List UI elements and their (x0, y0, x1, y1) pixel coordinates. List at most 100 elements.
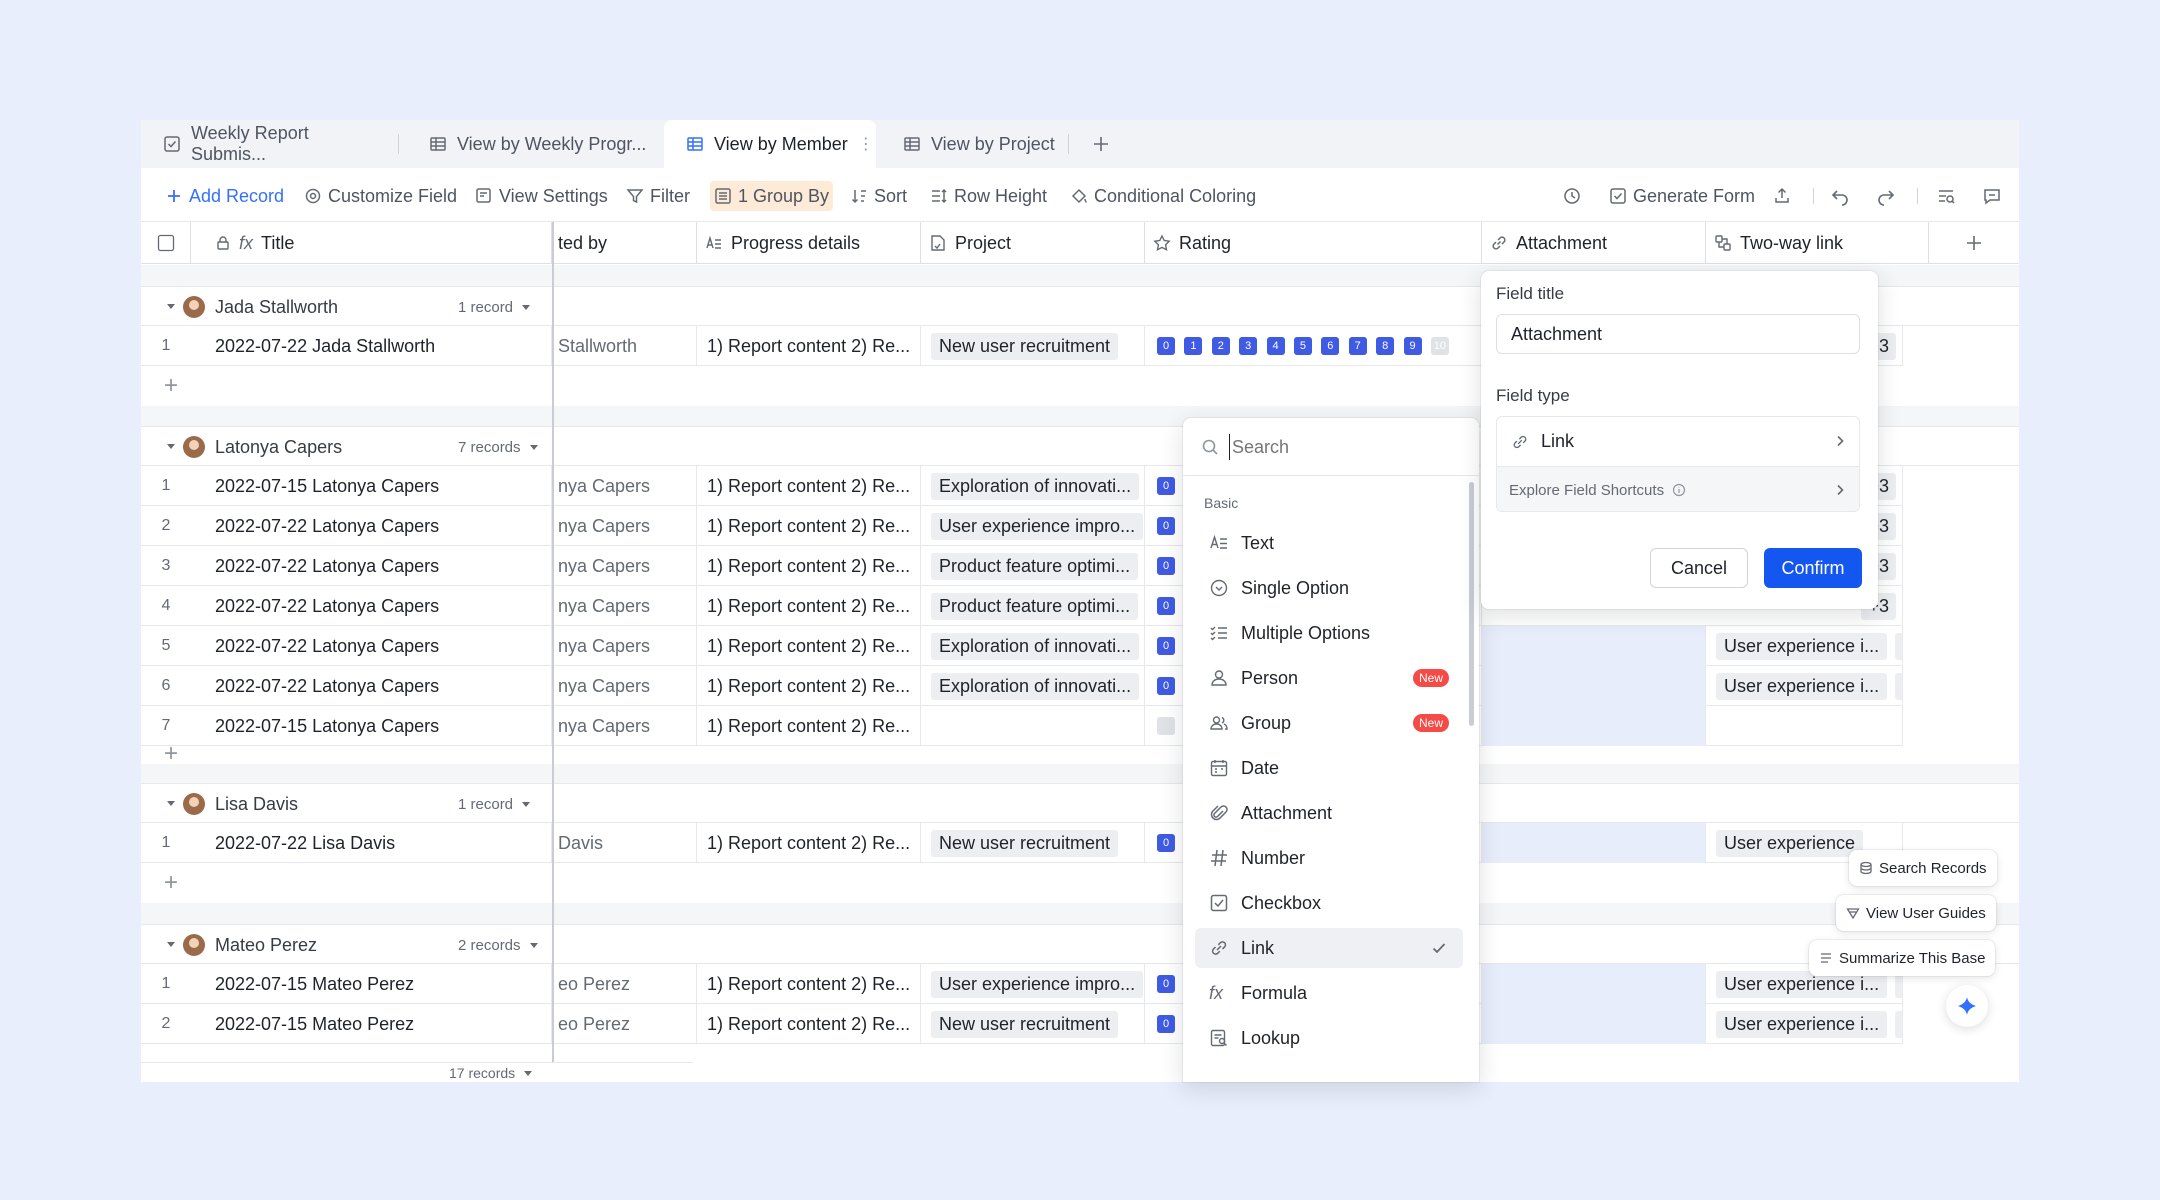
add-row-button[interactable]: + (141, 863, 2019, 903)
scrollbar[interactable] (1469, 482, 1474, 726)
ai-assistant-button[interactable] (1946, 985, 1988, 1027)
tab-view-by-member[interactable]: View by Member ⋮ (664, 120, 876, 168)
menu-item-number[interactable]: Number (1195, 838, 1463, 878)
cell-progress[interactable]: 1) Report content 2) Re... (697, 546, 921, 586)
add-column-icon[interactable] (1929, 222, 2019, 264)
menu-item-lookup[interactable]: Lookup (1195, 1018, 1463, 1058)
menu-item-link[interactable]: Link (1195, 928, 1463, 968)
cell-attachment[interactable] (1482, 1004, 1706, 1044)
cell-attachment[interactable] (1482, 706, 1706, 746)
collapse-icon[interactable] (165, 300, 177, 312)
column-title[interactable]: fx Title (191, 222, 552, 264)
cell-title[interactable]: 2022-07-22 Latonya Capers (215, 626, 552, 666)
cell-progress[interactable]: 1) Report content 2) Re... (697, 964, 921, 1004)
field-type-select[interactable]: Link (1497, 417, 1859, 467)
column-attachment[interactable]: Attachment (1482, 222, 1706, 264)
view-user-guides-button[interactable]: View User Guides (1836, 895, 1996, 931)
conditional-coloring-button[interactable]: Conditional Coloring (1066, 181, 1260, 211)
menu-item-attachment[interactable]: Attachment (1195, 793, 1463, 833)
cell-submitted-by[interactable]: nya Capers (554, 626, 697, 666)
history-icon[interactable] (1557, 181, 1587, 211)
more-vertical-icon[interactable]: ⋮ (858, 134, 874, 154)
cell-submitted-by[interactable]: Stallworth (554, 326, 697, 366)
cell-project[interactable]: Product feature optimi... (921, 586, 1145, 626)
cell-project[interactable]: Exploration of innovati... (921, 666, 1145, 706)
explore-field-shortcuts[interactable]: Explore Field Shortcuts (1497, 467, 1859, 511)
cell-submitted-by[interactable]: nya Capers (554, 706, 697, 746)
group-header[interactable]: Mateo Perez 2 records (141, 924, 2019, 964)
redo-icon[interactable] (1871, 181, 1901, 211)
cell-submitted-by[interactable]: nya Capers (554, 466, 697, 506)
frozen-column-divider[interactable] (552, 222, 554, 1082)
column-project[interactable]: Project (921, 222, 1145, 264)
column-progress-details[interactable]: Progress details (697, 222, 921, 264)
cell-two-way-link[interactable] (1706, 706, 1903, 746)
column-submitted-by[interactable]: ted by (554, 222, 697, 264)
cell-attachment[interactable] (1482, 823, 1706, 863)
view-settings-button[interactable]: View Settings (471, 181, 612, 211)
column-two-way-link[interactable]: Two-way link (1706, 222, 1929, 264)
cell-progress[interactable]: 1) Report content 2) Re... (697, 1004, 921, 1044)
cell-submitted-by[interactable]: nya Capers (554, 586, 697, 626)
cell-progress[interactable]: 1) Report content 2) Re... (697, 666, 921, 706)
cell-title[interactable]: 2022-07-22 Lisa Davis (215, 823, 552, 863)
search-list-icon[interactable] (1931, 181, 1961, 211)
cell-project[interactable]: New user recruitment (921, 823, 1145, 863)
cell-title[interactable]: 2022-07-15 Latonya Capers (215, 706, 552, 746)
cell-progress[interactable]: 1) Report content 2) Re... (697, 626, 921, 666)
dropdown-icon[interactable] (529, 940, 539, 950)
table-row[interactable]: 1 2022-07-22 Lisa Davis Davis 1) Report … (141, 823, 1903, 863)
sort-button[interactable]: Sort (846, 181, 911, 211)
cancel-button[interactable]: Cancel (1650, 548, 1748, 588)
cell-submitted-by[interactable]: nya Capers (554, 666, 697, 706)
cell-project[interactable]: Exploration of innovati... (921, 626, 1145, 666)
cell-project[interactable]: User experience impro... (921, 964, 1145, 1004)
cell-title[interactable]: 2022-07-22 Latonya Capers (215, 666, 552, 706)
cell-project[interactable]: User experience impro... (921, 506, 1145, 546)
confirm-button[interactable]: Confirm (1764, 548, 1862, 588)
column-rating[interactable]: Rating (1145, 222, 1482, 264)
summarize-base-button[interactable]: Summarize This Base (1809, 940, 1996, 976)
cell-two-way-link[interactable]: User experience i...+3 (1706, 1004, 1903, 1044)
share-icon[interactable] (1767, 181, 1797, 211)
add-record-button[interactable]: Add Record (161, 181, 288, 211)
cell-submitted-by[interactable]: nya Capers (554, 546, 697, 586)
cell-title[interactable]: 2022-07-15 Mateo Perez (215, 1004, 552, 1044)
collapse-icon[interactable] (165, 440, 177, 452)
cell-progress[interactable]: 1) Report content 2) Re... (697, 506, 921, 546)
collapse-icon[interactable] (165, 938, 177, 950)
cell-title[interactable]: 2022-07-22 Jada Stallworth (215, 326, 552, 366)
add-row-button[interactable]: + (141, 742, 2019, 766)
table-row[interactable]: 1 2022-07-15 Mateo Perez eo Perez 1) Rep… (141, 964, 1903, 1004)
customize-field-button[interactable]: Customize Field (300, 181, 461, 211)
table-row[interactable]: 5 2022-07-22 Latonya Capers nya Capers 1… (141, 626, 1903, 666)
cell-project[interactable]: Product feature optimi... (921, 546, 1145, 586)
cell-project[interactable]: Exploration of innovati... (921, 466, 1145, 506)
cell-title[interactable]: 2022-07-15 Latonya Capers (215, 466, 552, 506)
cell-attachment[interactable] (1482, 626, 1706, 666)
search-input[interactable] (1229, 434, 1459, 460)
add-view-icon[interactable] (1091, 134, 1111, 154)
menu-item-checkbox[interactable]: Checkbox (1195, 883, 1463, 923)
dropdown-icon[interactable] (523, 1068, 533, 1078)
cell-title[interactable]: 2022-07-15 Mateo Perez (215, 964, 552, 1004)
cell-two-way-link[interactable]: User experience i...+3 (1706, 626, 1903, 666)
undo-icon[interactable] (1825, 181, 1855, 211)
cell-progress[interactable]: 1) Report content 2) Re... (697, 823, 921, 863)
dropdown-icon[interactable] (529, 442, 539, 452)
cell-two-way-link[interactable]: User experience i...+3 (1706, 666, 1903, 706)
menu-item-single-option[interactable]: Single Option (1195, 568, 1463, 608)
tab-weekly-report[interactable]: Weekly Report Submis... (163, 120, 385, 168)
cell-title[interactable]: 2022-07-22 Latonya Capers (215, 506, 552, 546)
cell-progress[interactable]: 1) Report content 2) Re... (697, 326, 921, 366)
table-row[interactable]: 6 2022-07-22 Latonya Capers nya Capers 1… (141, 666, 1903, 706)
cell-title[interactable]: 2022-07-22 Latonya Capers (215, 546, 552, 586)
generate-form-button[interactable]: Generate Form (1605, 181, 1759, 211)
cell-submitted-by[interactable]: eo Perez (554, 1004, 697, 1044)
cell-rating[interactable]: 0 1 2 3 4 5 6 7 8 9 10 (1145, 326, 1482, 366)
cell-project[interactable]: New user recruitment (921, 1004, 1145, 1044)
cell-progress[interactable]: 1) Report content 2) Re... (697, 706, 921, 746)
cell-title[interactable]: 2022-07-22 Latonya Capers (215, 586, 552, 626)
table-row[interactable]: 7 2022-07-15 Latonya Capers nya Capers 1… (141, 706, 1903, 746)
table-row[interactable]: 2 2022-07-15 Mateo Perez eo Perez 1) Rep… (141, 1004, 1903, 1044)
